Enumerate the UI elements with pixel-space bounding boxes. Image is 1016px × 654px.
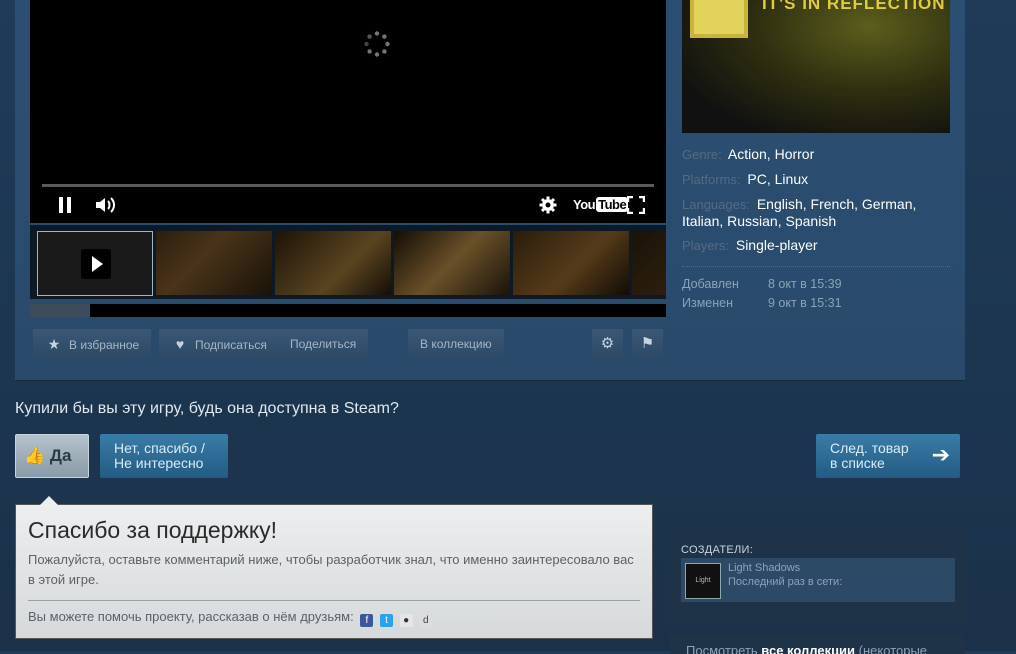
languages-row: Languages: English, French, German, Ital… <box>682 196 917 229</box>
language-link[interactable]: English <box>757 196 803 212</box>
volume-icon[interactable] <box>95 196 117 214</box>
screenshot-thumbnail[interactable] <box>513 231 629 295</box>
collections-panel: Посмотреть все коллекции (некоторые <box>670 634 965 654</box>
collections-suffix: (некоторые <box>858 643 928 654</box>
platforms-row: Platforms: PC, Linux <box>682 171 809 187</box>
all-collections-link[interactable]: все коллекции <box>761 643 855 654</box>
next-item-label-line1: След. товар <box>830 440 909 456</box>
updated-label: Изменен <box>682 296 734 310</box>
players-label: Players: <box>682 238 729 253</box>
creator-avatar[interactable]: Light Shado <box>685 563 721 599</box>
pause-icon[interactable] <box>57 196 73 214</box>
share-row: Вы можете помочь проекту, рассказав о нё… <box>28 609 640 627</box>
follow-label: Подписаться <box>195 338 267 352</box>
thanks-divider <box>28 600 640 601</box>
play-icon <box>81 249 111 279</box>
thanks-title: Спасибо за поддержку! <box>28 517 278 543</box>
share-text: Вы можете помочь проекту, рассказав о нё… <box>28 609 354 624</box>
video-player[interactable]: You Tube <box>30 0 666 223</box>
thanks-popup: Спасибо за поддержку! Пожалуйста, оставь… <box>15 496 653 639</box>
next-item-label-line2: в списке <box>830 455 885 471</box>
screenshot-thumbnail[interactable] <box>156 231 272 295</box>
scrollbar-handle[interactable] <box>30 304 90 317</box>
language-link[interactable]: Russian <box>727 213 778 229</box>
genre-label: Genre: <box>682 147 722 162</box>
language-link[interactable]: Italian <box>682 213 719 229</box>
capsule-window-art <box>690 0 748 38</box>
vote-yes-button[interactable]: 👍 Да <box>15 434 89 478</box>
platform-link[interactable]: PC <box>747 171 766 187</box>
collections-prefix: Посмотреть <box>686 643 758 654</box>
twitter-icon[interactable]: t <box>379 614 393 627</box>
creators-title: СОЗДАТЕЛИ: <box>681 544 754 556</box>
added-row: Добавлен 8 окт в 15:39 <box>682 275 950 294</box>
add-to-collection-button[interactable]: В коллекцию <box>408 329 504 359</box>
capsule-title-text: IT'S IN REFLECTION <box>762 0 946 13</box>
youtube-logo-tube: Tube <box>596 197 629 212</box>
digg-icon[interactable]: d <box>419 614 433 627</box>
reddit-icon[interactable]: ● <box>399 614 413 627</box>
genre-row: Genre: Action, Horror <box>682 146 815 162</box>
vote-question: Купили бы вы эту игру, будь она доступна… <box>15 400 399 417</box>
players-row: Players: Single-player <box>682 237 950 254</box>
heart-icon: ♥ <box>175 336 185 352</box>
settings-button[interactable]: ⚙ <box>592 329 623 359</box>
vote-no-label-line1: Нет, спасибо / <box>114 440 205 456</box>
platforms-label: Platforms: <box>682 172 741 187</box>
video-thumbnail[interactable] <box>37 231 153 296</box>
creators-panel: СОЗДАТЕЛИ: Light Shado Light Shadows Пос… <box>670 529 965 624</box>
creator-card[interactable]: Light Shado Light Shadows Последний раз … <box>681 558 955 602</box>
creator-status: Последний раз в сети: <box>728 576 843 588</box>
genre-link[interactable]: Action <box>728 146 767 162</box>
settings-gear-icon[interactable] <box>539 196 557 214</box>
fullscreen-icon[interactable] <box>627 196 645 214</box>
next-item-button[interactable]: След. товар в списке ➔ <box>816 434 960 478</box>
collections-text: Посмотреть все коллекции (некоторые <box>686 643 927 654</box>
game-details: Genre: Action, Horror Platforms: PC, Lin… <box>682 146 950 313</box>
thumbnail-scrollbar[interactable] <box>30 304 666 317</box>
share-label: Поделиться <box>290 337 357 351</box>
language-link[interactable]: Spanish <box>786 213 837 229</box>
details-divider <box>682 266 950 267</box>
favorite-button[interactable]: ★ В избранное <box>33 329 152 359</box>
creator-name[interactable]: Light Shadows <box>728 562 800 574</box>
thumbs-up-icon: 👍 <box>24 446 46 465</box>
genre-link[interactable]: Horror <box>775 146 815 162</box>
facebook-icon[interactable]: f <box>360 614 374 627</box>
game-capsule-image: IT'S IN REFLECTION <box>682 0 950 133</box>
youtube-logo-you: You <box>573 197 596 212</box>
added-value: 8 окт в 15:39 <box>768 277 842 291</box>
vote-no-label-line2: Не интересно <box>114 455 204 471</box>
platform-link[interactable]: Linux <box>775 171 808 187</box>
flag-icon: ⚑ <box>640 335 655 352</box>
loading-spinner-icon <box>364 31 390 57</box>
thanks-body: Пожалуйста, оставьте комментарий ниже, ч… <box>28 552 634 587</box>
screenshot-thumbnail[interactable] <box>394 231 510 295</box>
vote-no-button[interactable]: Нет, спасибо / Не интересно <box>100 434 228 478</box>
updated-value: 9 окт в 15:31 <box>768 296 842 310</box>
favorite-label: В избранное <box>69 338 140 352</box>
language-link[interactable]: German <box>862 196 913 212</box>
media-thumbnail-strip <box>30 225 666 299</box>
added-label: Добавлен <box>682 277 739 291</box>
arrow-right-icon: ➔ <box>931 442 950 467</box>
players-link[interactable]: Single-player <box>736 237 818 253</box>
screenshot-thumbnail[interactable] <box>275 231 391 295</box>
follow-button[interactable]: ♥ Подписаться <box>159 329 279 359</box>
vote-yes-label: Да <box>49 446 72 465</box>
collection-label: В коллекцию <box>420 337 492 351</box>
report-button[interactable]: ⚑ <box>632 329 663 359</box>
star-icon: ★ <box>47 336 61 352</box>
screenshot-thumbnail[interactable] <box>632 231 666 295</box>
share-button[interactable]: Поделиться <box>278 329 369 359</box>
language-link[interactable]: French <box>811 196 855 212</box>
updated-row: Изменен 9 окт в 15:31 <box>682 294 950 313</box>
gear-icon: ⚙ <box>600 335 615 352</box>
languages-label: Languages: <box>682 197 750 212</box>
youtube-logo[interactable]: You Tube <box>573 197 629 212</box>
video-progress-bar[interactable] <box>42 184 654 187</box>
